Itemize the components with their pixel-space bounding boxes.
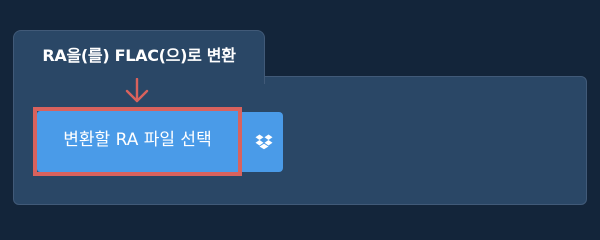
arrow-down-icon bbox=[125, 78, 149, 103]
card-title: RA을(를) FLAC(으)로 변환 bbox=[42, 46, 236, 65]
dropbox-icon bbox=[255, 134, 272, 150]
select-file-button[interactable]: 변환할 RA 파일 선택 bbox=[37, 111, 238, 172]
dropbox-button[interactable] bbox=[238, 112, 283, 172]
